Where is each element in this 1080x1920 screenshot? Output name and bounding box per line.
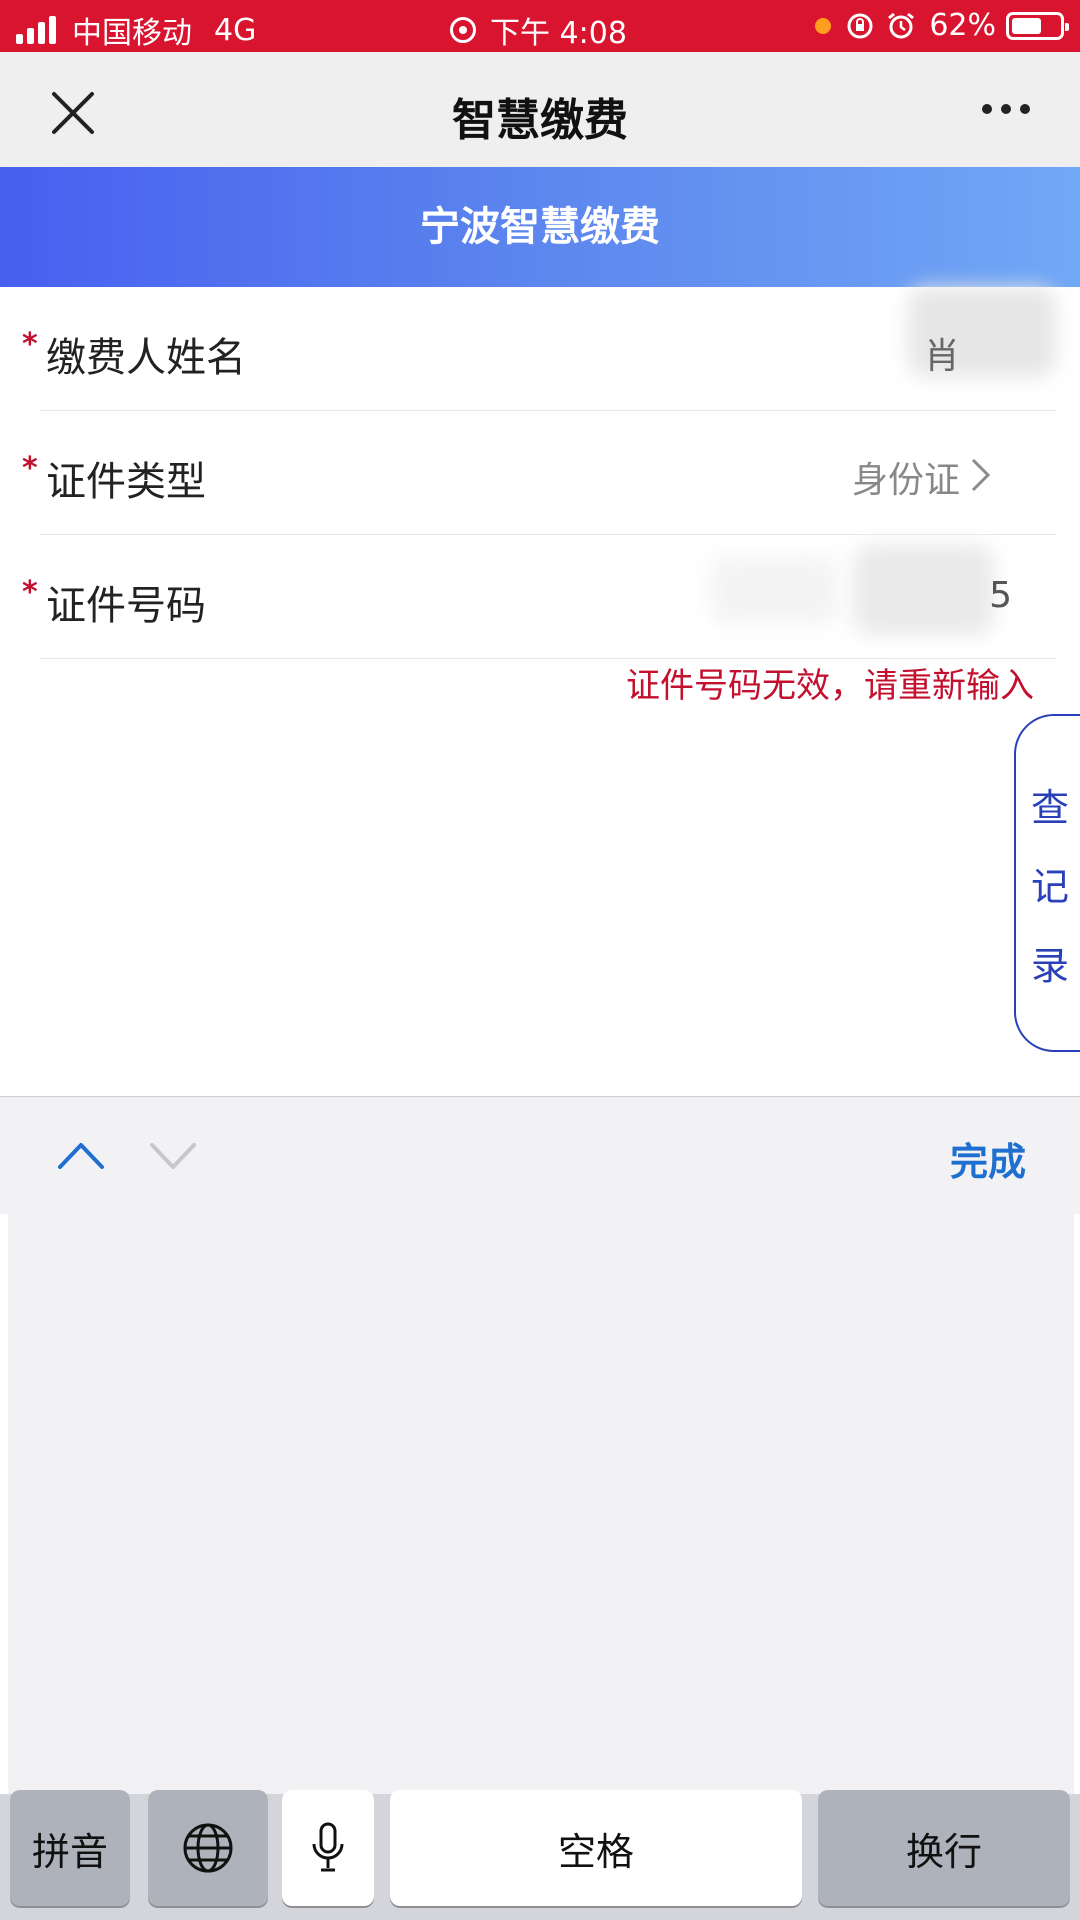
redacted-value-faint <box>710 555 840 625</box>
more-icon[interactable] <box>973 104 1030 114</box>
form-row-id-type[interactable]: * 证件类型 身份证 <box>0 411 1080 535</box>
keyboard-toolbar: 完成 <box>0 1096 1080 1214</box>
required-mark: * <box>22 575 38 610</box>
nav-bar: 智慧缴费 <box>0 52 1080 167</box>
field-label: 缴费人姓名 <box>46 335 246 381</box>
required-mark: * <box>22 327 38 362</box>
return-key[interactable]: 换行 <box>818 1790 1070 1906</box>
status-center: 下午 4:08 <box>450 8 627 52</box>
pinyin-key[interactable]: 拼音 <box>10 1790 130 1906</box>
form-row-payer-name[interactable]: * 缴费人姓名 肖 <box>0 287 1080 411</box>
side-tab-char: 查 <box>1030 785 1069 830</box>
signal-icon <box>16 16 60 44</box>
page-title: 智慧缴费 <box>452 95 628 146</box>
globe-key[interactable] <box>148 1790 268 1906</box>
network-label: 4G <box>214 12 257 48</box>
redacted-value <box>854 545 994 635</box>
status-bar: 中国移动 4G 下午 4:08 62% <box>0 0 1080 52</box>
carrier-label: 中国移动 <box>72 16 192 51</box>
status-right: 62% <box>815 8 1069 43</box>
id-type-value: 身份证 <box>851 460 960 501</box>
return-key-label: 换行 <box>905 1829 982 1874</box>
status-left: 中国移动 4G <box>16 8 256 52</box>
chevron-down-icon[interactable] <box>148 1137 198 1173</box>
mic-indicator-icon <box>815 17 832 34</box>
screen-record-icon <box>450 17 476 43</box>
rotation-lock-icon <box>847 13 873 38</box>
keyboard-panel <box>8 1214 1074 1794</box>
form-row-id-number[interactable]: * 证件号码 5 <box>0 535 1080 659</box>
banner: 宁波智慧缴费 <box>0 167 1080 287</box>
chevron-up-icon[interactable] <box>56 1137 106 1173</box>
chevron-right-icon <box>971 458 991 492</box>
field-label: 证件类型 <box>46 459 206 505</box>
microphone-icon <box>312 1822 344 1872</box>
battery-icon <box>1006 11 1069 40</box>
side-tab-char: 记 <box>1030 864 1069 909</box>
side-tab-char: 录 <box>1030 943 1069 988</box>
battery-percent: 62% <box>929 8 996 43</box>
alarm-icon <box>888 12 915 38</box>
done-button[interactable]: 完成 <box>950 1131 1026 1186</box>
microphone-key[interactable] <box>282 1790 374 1906</box>
error-message: 证件号码无效，请重新输入 <box>626 666 1034 706</box>
required-mark: * <box>22 451 38 486</box>
field-label: 证件号码 <box>46 583 206 629</box>
id-number-last-char: 5 <box>989 575 1012 616</box>
banner-title: 宁波智慧缴费 <box>420 204 660 250</box>
space-key[interactable]: 空格 <box>390 1790 802 1906</box>
query-records-tab[interactable]: 查 记 录 <box>1014 714 1080 1052</box>
pinyin-key-label: 拼音 <box>31 1829 108 1874</box>
redacted-name-char: 肖 <box>923 336 960 377</box>
space-key-label: 空格 <box>557 1829 634 1874</box>
globe-icon <box>183 1823 233 1873</box>
battery-fill <box>1012 17 1041 34</box>
status-time: 下午 4:08 <box>490 16 627 51</box>
